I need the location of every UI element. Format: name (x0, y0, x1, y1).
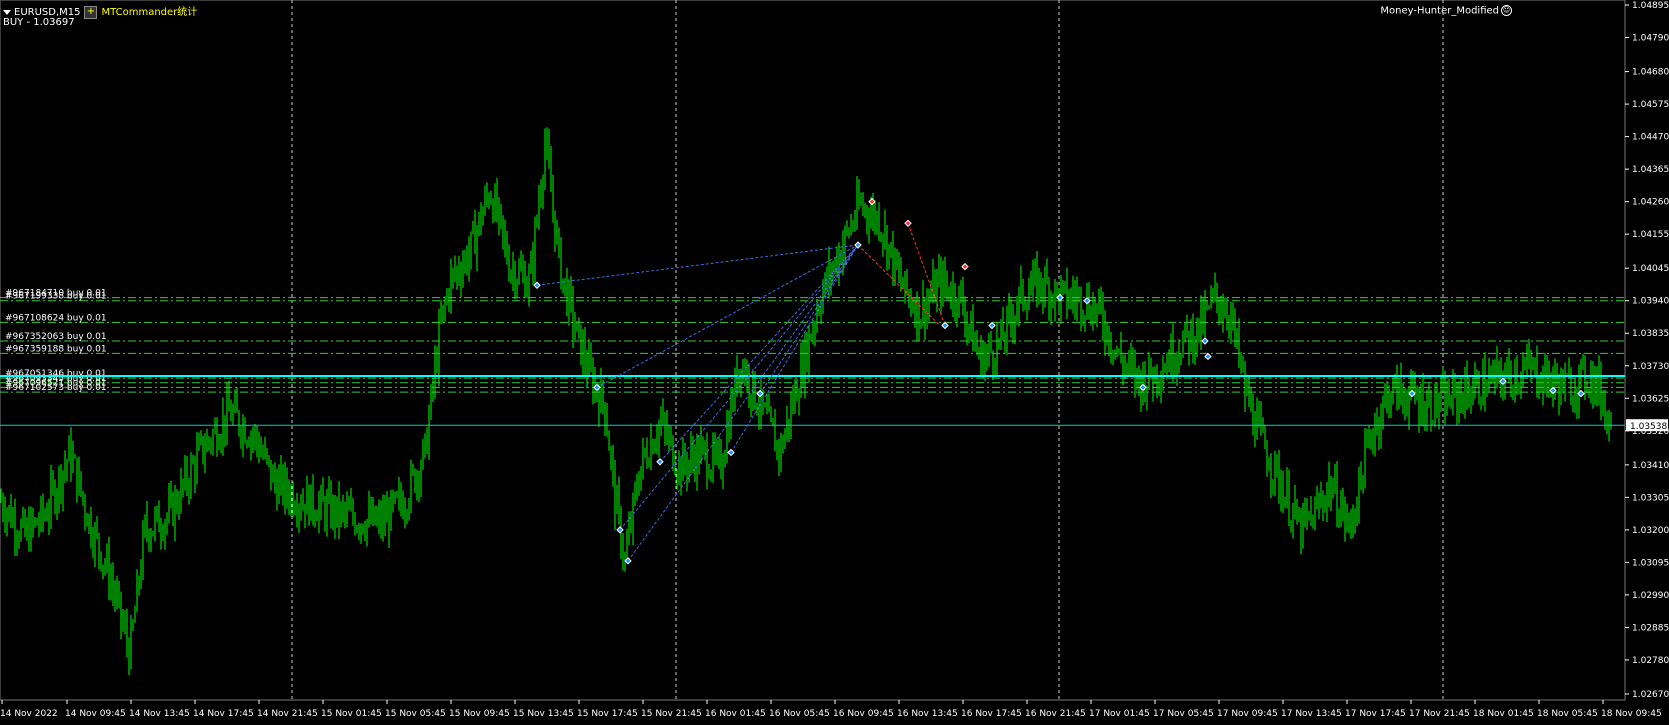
time-axis: 14 Nov 2022 14 Nov 09:45 14 Nov 13:45 14 No… (0, 700, 1662, 719)
price-tick-label: 1.03200 (1632, 526, 1669, 536)
trade-connector (596, 244, 859, 388)
time-tick-label: 16 Nov 13:45 (897, 709, 958, 719)
time-tick-label: 16 Nov 09:45 (833, 709, 894, 719)
buy-arrow-icon[interactable] (941, 321, 949, 330)
add-indicator-button[interactable]: + (84, 5, 98, 19)
time-tick-label: 16 Nov 21:45 (1025, 709, 1086, 719)
time-tick-label: 14 Nov 2022 (0, 709, 58, 719)
time-tick-label: 17 Nov 05:45 (1153, 709, 1214, 719)
expert-name: Money-Hunter_Modified (1380, 5, 1499, 17)
buy-arrow-icon[interactable] (988, 321, 996, 330)
price-axis: 1.04895 1.04790 1.04680 1.04575 1.04470 1.043… (1625, 1, 1669, 700)
current-price-label: 1.03538 (1630, 422, 1667, 432)
time-tick-label: 17 Nov 13:45 (1281, 709, 1342, 719)
time-tick-label: 15 Nov 17:45 (577, 709, 638, 719)
buy-arrow-icon[interactable] (756, 389, 764, 398)
price-tick-label: 1.03305 (1632, 493, 1669, 503)
trade-connector (536, 244, 859, 286)
sell-arrow-icon[interactable] (961, 262, 969, 271)
sell-arrow-icon[interactable] (868, 197, 876, 206)
order-line-label: #967102573 buy 0.01 (5, 383, 107, 393)
price-tick-label: 1.03730 (1632, 362, 1669, 372)
price-tick-label: 1.02885 (1632, 623, 1669, 633)
order-line-label: #967359188 buy 0.01 (5, 344, 107, 354)
price-tick-label: 1.02670 (1632, 690, 1669, 700)
chart-frame (0, 0, 1626, 701)
price-tick-label: 1.04470 (1632, 133, 1669, 143)
price-tick-label: 1.04365 (1632, 165, 1669, 175)
price-tick-label: 1.04575 (1632, 100, 1669, 110)
buy-arrow-icon[interactable] (1204, 352, 1212, 361)
price-tick-label: 1.04680 (1632, 68, 1669, 78)
time-tick-label: 14 Nov 21:45 (257, 709, 318, 719)
trade-connector (730, 244, 859, 453)
price-chart[interactable]: #967184710 buy 0.01#967199338 buy 0.01#9… (0, 0, 1669, 725)
expert-advisor-label[interactable]: Money-Hunter_Modified ☺ (1380, 5, 1512, 17)
time-tick-label: 16 Nov 05:45 (769, 709, 830, 719)
time-tick-label: 16 Nov 17:45 (961, 709, 1022, 719)
time-tick-label: 14 Nov 17:45 (193, 709, 254, 719)
indicator-label: MTCommander统计 (101, 7, 198, 18)
price-tick-label: 1.04790 (1632, 34, 1669, 44)
order-line-label: #967199338 buy 0.01 (5, 292, 107, 302)
time-tick-label: 14 Nov 13:45 (129, 709, 190, 719)
time-tick-label: 14 Nov 09:45 (65, 709, 126, 719)
buy-arrow-icon[interactable] (727, 448, 735, 457)
price-tick-label: 1.03835 (1632, 329, 1669, 339)
time-tick-label: 18 Nov 09:45 (1601, 709, 1662, 719)
price-tick-label: 1.04895 (1632, 1, 1669, 11)
time-tick-label: 15 Nov 01:45 (321, 709, 382, 719)
price-tick-label: 1.03410 (1632, 461, 1669, 471)
buy-arrow-icon[interactable] (1408, 389, 1416, 398)
price-tick-label: 1.04155 (1632, 230, 1669, 240)
time-tick-label: 15 Nov 21:45 (641, 709, 702, 719)
order-line-label: #967352063 buy 0.01 (5, 332, 107, 342)
buy-arrow-icon[interactable] (1056, 293, 1064, 302)
candlestick-series (0, 127, 1612, 676)
buy-arrow-icon[interactable] (1201, 337, 1209, 345)
time-tick-label: 17 Nov 01:45 (1089, 709, 1150, 719)
price-tick-label: 1.02780 (1632, 656, 1669, 666)
order-info: BUY - 1.03697 (3, 17, 75, 28)
time-tick-label: 15 Nov 05:45 (385, 709, 446, 719)
time-tick-label: 17 Nov 09:45 (1217, 709, 1278, 719)
time-tick-label: 15 Nov 13:45 (513, 709, 574, 719)
price-tick-label: 1.02990 (1632, 591, 1669, 601)
time-tick-label: 15 Nov 09:45 (449, 709, 510, 719)
time-tick-label: 18 Nov 01:45 (1473, 709, 1534, 719)
price-tick-label: 1.03940 (1632, 297, 1669, 307)
time-tick-label: 16 Nov 01:45 (705, 709, 766, 719)
time-tick-label: 18 Nov 05:45 (1537, 709, 1598, 719)
price-tick-label: 1.03095 (1632, 558, 1669, 568)
price-tick-label: 1.04260 (1632, 198, 1669, 208)
order-line-label: #967108624 buy 0.01 (5, 313, 107, 323)
sell-arrow-icon[interactable] (904, 219, 912, 228)
time-tick-label: 17 Nov 21:45 (1409, 709, 1470, 719)
price-tick-label: 1.04045 (1632, 264, 1669, 274)
time-tick-label: 17 Nov 17:45 (1345, 709, 1406, 719)
dropdown-triangle-icon[interactable] (3, 9, 11, 15)
smiley-icon: ☺ (1501, 5, 1512, 16)
price-tick-label: 1.03625 (1632, 394, 1669, 404)
chart-grid (0, 0, 1626, 701)
